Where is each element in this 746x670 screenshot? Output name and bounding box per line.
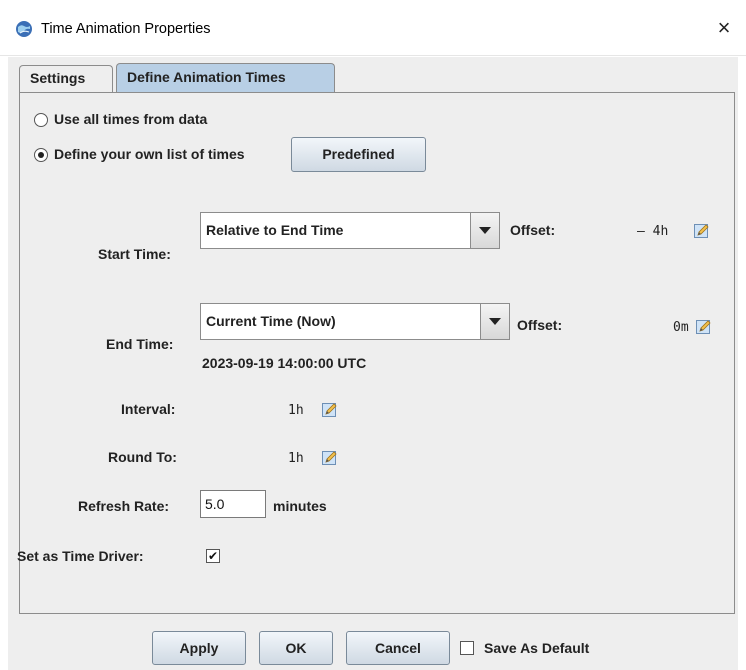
use-all-times-radio[interactable] <box>34 113 48 127</box>
refresh-rate-unit: minutes <box>273 498 327 514</box>
close-button[interactable]: × <box>702 6 746 50</box>
tab-define-animation-times[interactable]: Define Animation Times <box>116 63 335 92</box>
start-time-selected: Relative to End Time <box>206 222 344 238</box>
start-offset-label: Offset: <box>510 222 556 238</box>
time-driver-label: Set as Time Driver: <box>17 548 144 564</box>
use-all-times-label[interactable]: Use all times from data <box>54 111 207 127</box>
edit-pencil-icon[interactable] <box>321 401 339 419</box>
save-default-checkbox[interactable] <box>460 641 474 655</box>
interval-value: 1h <box>288 403 304 418</box>
title-bar: Time Animation Properties × <box>0 0 746 56</box>
refresh-rate-input[interactable] <box>200 490 266 518</box>
end-time-select[interactable]: Current Time (Now) <box>200 303 510 340</box>
cancel-button[interactable]: Cancel <box>346 631 450 665</box>
app-globe-icon <box>16 21 32 37</box>
define-times-panel: Use all times from data Define your own … <box>17 92 735 614</box>
predefined-button[interactable]: Predefined <box>291 137 426 172</box>
save-default-label[interactable]: Save As Default <box>484 640 589 656</box>
end-time-label: End Time: <box>106 336 174 352</box>
start-offset-value: – 4h <box>637 224 669 239</box>
edit-pencil-icon[interactable] <box>321 449 339 467</box>
define-own-times-radio[interactable] <box>34 148 48 162</box>
define-own-times-label[interactable]: Define your own list of times <box>54 146 245 162</box>
chevron-down-icon[interactable] <box>470 213 499 248</box>
edit-pencil-icon[interactable] <box>695 318 713 336</box>
round-to-label: Round To: <box>108 449 177 465</box>
end-time-selected: Current Time (Now) <box>206 313 336 329</box>
dialog-body: Settings Define Animation Times Use all … <box>8 57 738 670</box>
start-time-select[interactable]: Relative to End Time <box>200 212 500 249</box>
apply-button[interactable]: Apply <box>152 631 246 665</box>
interval-label: Interval: <box>121 401 176 417</box>
refresh-rate-label: Refresh Rate: <box>78 498 170 514</box>
tab-settings[interactable]: Settings <box>19 65 113 92</box>
edit-pencil-icon[interactable] <box>693 222 711 240</box>
ok-button[interactable]: OK <box>259 631 333 665</box>
round-to-value: 1h <box>288 451 304 466</box>
end-offset-label: Offset: <box>517 317 563 333</box>
end-time-resolved: 2023-09-19 14:00:00 UTC <box>202 355 367 371</box>
window-title: Time Animation Properties <box>41 21 211 37</box>
chevron-down-icon[interactable] <box>480 304 509 339</box>
start-time-label: Start Time: <box>98 246 171 262</box>
end-offset-value: 0m <box>673 320 689 335</box>
time-driver-checkbox[interactable]: ✔ <box>206 549 220 563</box>
